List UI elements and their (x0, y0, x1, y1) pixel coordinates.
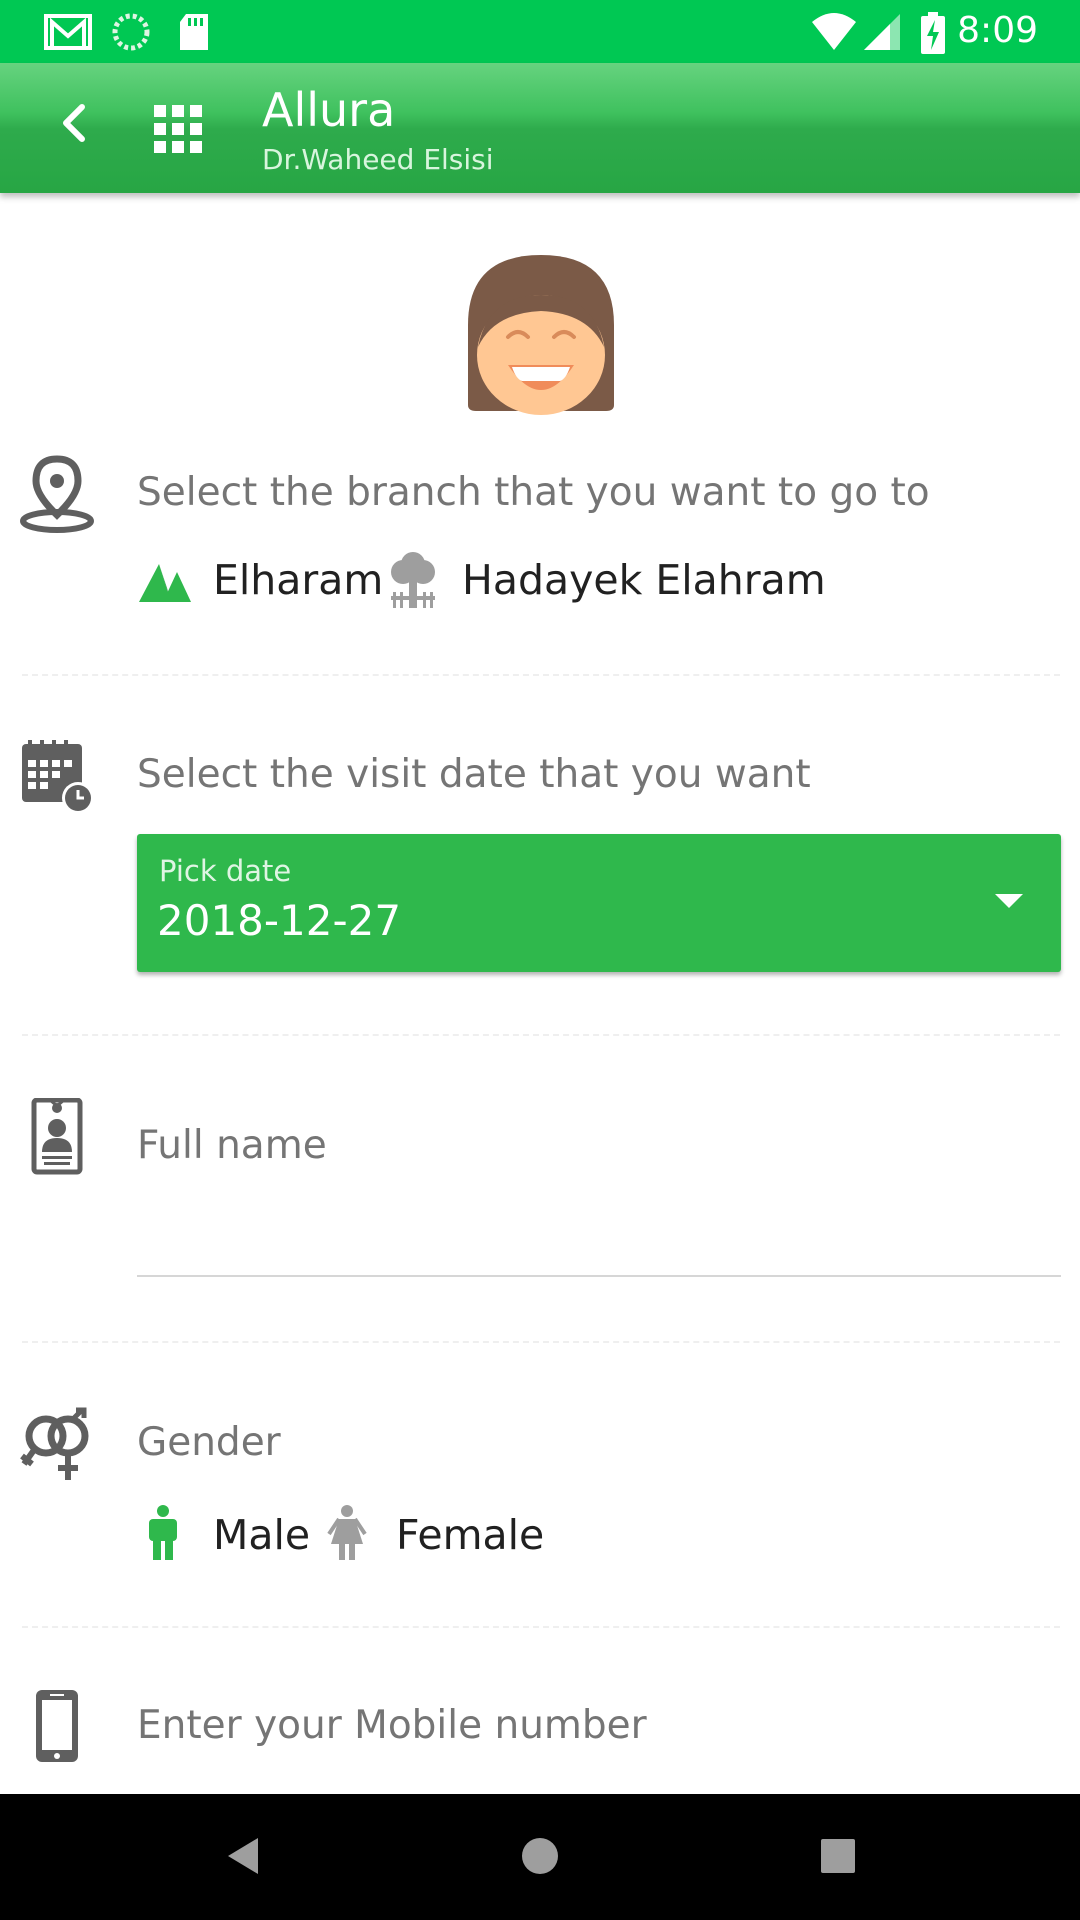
date-picker[interactable]: Pick date 2018-12-27 (137, 834, 1061, 972)
male-icon (149, 1505, 177, 1560)
divider (22, 674, 1060, 676)
full-name-underline (137, 1275, 1061, 1277)
tree-icon (391, 552, 435, 608)
gender-label: Gender (137, 1420, 281, 1465)
battery-charging-icon (921, 12, 945, 54)
gender-option-label: Female (396, 1511, 545, 1559)
divider (22, 1341, 1060, 1343)
app-subtitle: Dr.Waheed Elsisi (262, 143, 494, 176)
app-title: Allura (262, 83, 396, 137)
wifi-icon (812, 13, 856, 50)
mobile-input[interactable] (137, 1695, 1061, 1755)
back-arrow-icon[interactable] (44, 93, 104, 153)
date-picker-value: 2018-12-27 (157, 896, 402, 945)
pyramids-icon (139, 564, 191, 602)
visit-date-label: Select the visit date that you want (137, 752, 811, 797)
branch-option-label: Hadayek Elahram (462, 556, 826, 604)
mobile-phone-icon (36, 1690, 78, 1762)
status-time: 8:09 (957, 10, 1038, 51)
nav-back-icon[interactable] (210, 1824, 274, 1888)
calendar-clock-icon (22, 740, 94, 814)
gender-option-label: Male (213, 1511, 311, 1559)
divider (22, 1034, 1060, 1036)
female-icon (327, 1505, 367, 1560)
apps-grid-icon[interactable] (148, 99, 208, 159)
gender-icon (20, 1407, 89, 1480)
sd-card-icon (180, 14, 208, 50)
divider (22, 1626, 1060, 1628)
date-picker-label: Pick date (159, 854, 292, 888)
nav-recents-icon[interactable] (806, 1824, 870, 1888)
dropdown-arrow-icon (995, 894, 1023, 908)
nav-home-icon[interactable] (508, 1824, 572, 1888)
branch-option-label: Elharam (213, 556, 384, 604)
cell-signal-icon (864, 14, 900, 50)
location-pin-icon (20, 455, 94, 533)
system-nav-bar (0, 1794, 1080, 1920)
status-bar: 8:09 (0, 0, 1080, 63)
app-bar: Allura Dr.Waheed Elsisi (0, 63, 1080, 193)
gmail-icon (44, 14, 92, 50)
full-name-input[interactable] (137, 1115, 1061, 1175)
sync-icon (112, 13, 150, 51)
avatar-icon (468, 255, 614, 415)
id-badge-icon (31, 1098, 83, 1175)
branch-label: Select the branch that you want to go to (137, 470, 930, 515)
